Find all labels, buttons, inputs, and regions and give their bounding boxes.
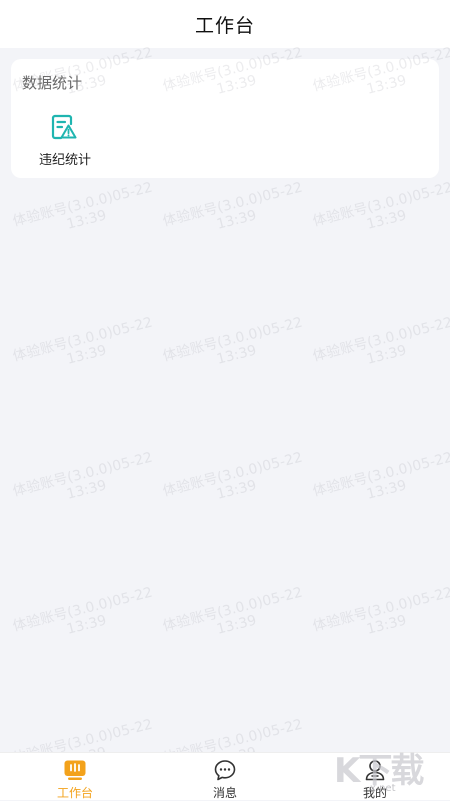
- violation-stats-label: 违纪统计: [38, 153, 91, 168]
- watermark: 体验账号(3.0.0)05-2213:39: [161, 314, 305, 368]
- watermark: 体验账号(3.0.0)05-2213:39: [311, 584, 450, 638]
- site-logo-sub: x.net: [370, 783, 396, 794]
- tab-workbench[interactable]: 工作台: [0, 753, 150, 801]
- watermark: 体验账号(3.0.0)05-2213:39: [161, 584, 305, 638]
- watermark: 体验账号(3.0.0)05-2213:39: [311, 449, 450, 503]
- top-nav-bar: 工作台: [0, 0, 450, 48]
- page-title: 工作台: [194, 14, 255, 37]
- watermark: 体验账号(3.0.0)05-2213:39: [311, 314, 450, 368]
- watermark: 体验账号(3.0.0)05-2213:39: [11, 314, 155, 368]
- watermark: 体验账号(3.0.0)05-2213:39: [11, 449, 155, 503]
- violation-stats-icon: [51, 114, 77, 140]
- section-title: 数据统计: [22, 74, 83, 92]
- watermark: 体验账号(3.0.0)05-2213:39: [161, 179, 305, 233]
- site-logo-watermark: K下载 x.net: [330, 735, 450, 800]
- tab-workbench-label: 工作台: [56, 786, 93, 800]
- watermark: 体验账号(3.0.0)05-2213:39: [161, 449, 305, 503]
- watermark: 体验账号(3.0.0)05-2213:39: [11, 584, 155, 638]
- watermark: 体验账号(3.0.0)05-2213:39: [311, 179, 450, 233]
- message-icon: [214, 760, 236, 781]
- watermark: 体验账号(3.0.0)05-2213:39: [11, 179, 155, 233]
- data-statistics-card: 数据统计 违纪统计: [11, 59, 439, 178]
- violation-stats-entry[interactable]: 违纪统计: [33, 109, 97, 171]
- workbench-icon: [64, 760, 86, 780]
- tab-messages-label: 消息: [212, 786, 237, 800]
- tab-messages[interactable]: 消息: [150, 753, 300, 801]
